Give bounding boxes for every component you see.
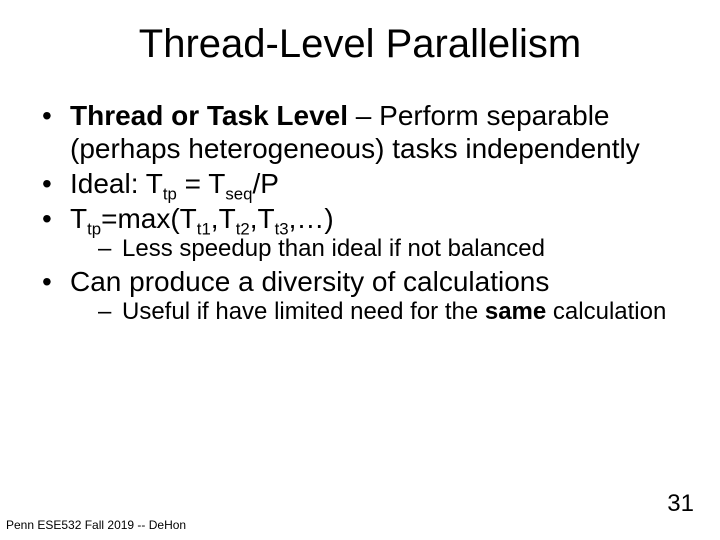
b2-post: /P [252,168,278,199]
b4-sub-pre: Useful if have limited need for the [122,298,485,325]
sub-item-4-1: Useful if have limited need for the same… [98,298,678,326]
bullet-1-strong: Thread or Task Level [70,100,348,131]
sub-list-3: Less speedup than ideal if not balanced [70,235,678,263]
b2-sub2: seq [225,185,252,204]
b4-text: Can produce a diversity of calculations [70,266,549,297]
slide-title: Thread-Level Parallelism [0,0,720,67]
sub-list-4: Useful if have limited need for the same… [70,298,678,326]
b4-sub-post: calculation [546,298,666,325]
b3-m1: =max(T [101,203,197,234]
bullet-list: Thread or Task Level – Perform separable… [42,99,678,327]
b3-m2: ,T [211,203,236,234]
footer-text: Penn ESE532 Fall 2019 -- DeHon [6,518,186,532]
sub-item-3-1: Less speedup than ideal if not balanced [98,235,678,263]
slide-body: Thread or Task Level – Perform separable… [0,67,720,327]
b2-pre: Ideal: T [70,168,163,199]
b2-sub1: tp [163,185,177,204]
b3-m3: ,T [250,203,275,234]
bullet-item-4: Can produce a diversity of calculations … [42,265,678,326]
page-number: 31 [667,490,694,518]
b2-mid: = T [177,168,226,199]
b3-m4: ,…) [289,203,334,234]
bullet-item-2: Ideal: Ttp = Tseq/P [42,167,678,200]
b3-pre: T [70,203,87,234]
bullet-item-1: Thread or Task Level – Perform separable… [42,99,678,165]
b4-sub-strong: same [485,298,546,325]
bullet-item-3: Ttp=max(Tt1,Tt2,Tt3,…) Less speedup than… [42,202,678,263]
slide: Thread-Level Parallelism Thread or Task … [0,0,720,540]
